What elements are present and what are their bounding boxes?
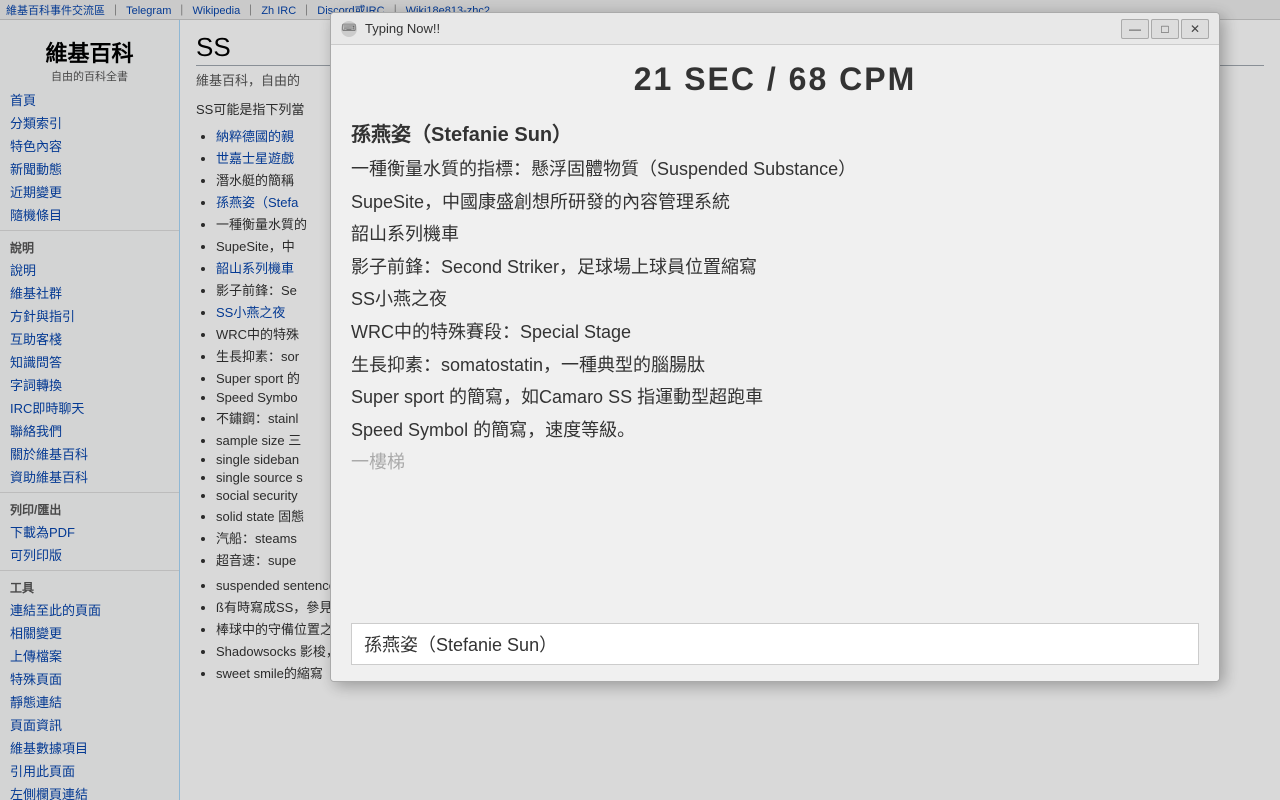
modal-app-icon: ⌨ [341, 21, 357, 37]
typing-line-8: 生長抑素：somatostatin，一種典型的腦腸肽 [351, 350, 1189, 381]
typing-line-10: Speed Symbol 的簡寫，速度等級。 [351, 415, 1189, 446]
modal-titlebar: ⌨ Typing Now!! — □ ✕ [331, 13, 1219, 45]
typing-line-2: 一種衡量水質的指標：懸浮固體物質（Suspended Substance） [351, 154, 1189, 185]
modal-body: 21 SEC / 68 CPM 孫燕姿（Stefanie Sun） 一種衡量水質… [331, 45, 1219, 681]
minimize-button[interactable]: — [1121, 19, 1149, 39]
typing-line-6: SS小燕之夜 [351, 284, 1189, 315]
typing-line-11: 一樓梯 [351, 447, 1189, 478]
typing-modal: ⌨ Typing Now!! — □ ✕ 21 SEC / 68 CPM 孫燕姿… [330, 12, 1220, 682]
typing-line-1: 孫燕姿（Stefanie Sun） [351, 118, 1189, 152]
typing-line-7: WRC中的特殊賽段：Special Stage [351, 317, 1189, 348]
modal-title-left: ⌨ Typing Now!! [341, 21, 440, 37]
typing-line-4: 韶山系列機車 [351, 219, 1189, 250]
typing-line-3: SupeSite，中國康盛創想所研發的內容管理系統 [351, 187, 1189, 218]
close-button[interactable]: ✕ [1181, 19, 1209, 39]
typing-content-area: 孫燕姿（Stefanie Sun） 一種衡量水質的指標：懸浮固體物質（Suspe… [331, 108, 1219, 611]
typing-line-5: 影子前鋒：Second Striker，足球場上球員位置縮寫 [351, 252, 1189, 283]
modal-overlay: ⌨ Typing Now!! — □ ✕ 21 SEC / 68 CPM 孫燕姿… [0, 0, 1280, 800]
modal-title-text: Typing Now!! [365, 21, 440, 36]
typing-line-9: Super sport 的簡寫，如Camaro SS 指運動型超跑車 [351, 382, 1189, 413]
modal-controls: — □ ✕ [1121, 19, 1209, 39]
typing-input[interactable] [351, 623, 1199, 665]
input-area [331, 611, 1219, 681]
maximize-button[interactable]: □ [1151, 19, 1179, 39]
stats-display: 21 SEC / 68 CPM [331, 45, 1219, 108]
